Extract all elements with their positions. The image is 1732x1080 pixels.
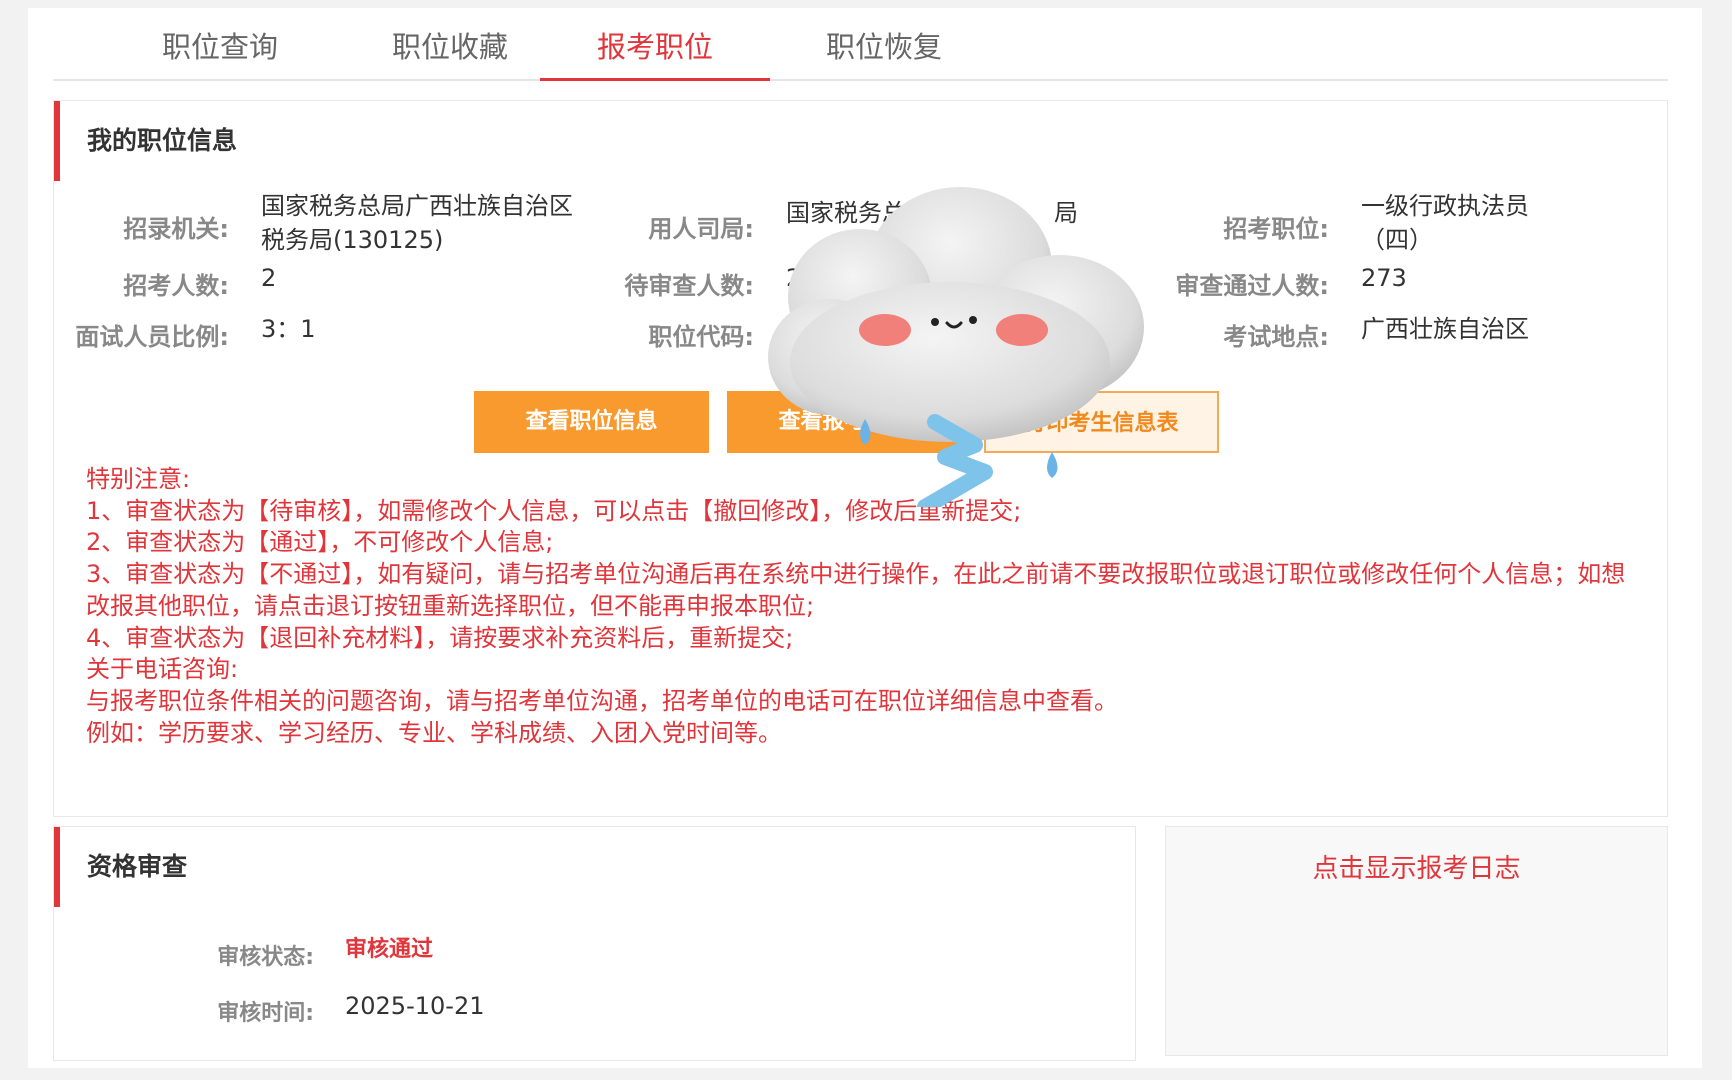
review-status-value: 审核通过 [345,937,434,962]
agency-label: 招录机关: [123,215,229,243]
note-heading: 关于电话咨询: [86,655,239,684]
tab-position-favorites[interactable]: 职位收藏 [335,8,565,79]
cloud-sticker-icon [768,187,1144,507]
view-position-button[interactable]: 查看职位信息 [474,391,709,453]
exam-location-value: 广西壮族自治区 [1361,315,1529,343]
tab-bar: 职位查询 职位收藏 报考职位 职位恢复 [53,8,1668,81]
exam-location-label: 考试地点: [1223,323,1329,351]
tab-position-recovery[interactable]: 职位恢复 [769,8,999,79]
recruit-count-label: 招考人数: [123,272,229,300]
qualification-title: 资格审查 [54,827,354,907]
note-item: 4、审查状态为【退回补充材料】，请按要求补充资料后，重新提交; [86,623,794,652]
note-item: 3、审查状态为【不通过】，如有疑问，请与招考单位沟通后再在系统中进行操作，在此之… [86,560,1626,620]
department-label: 用人司局: [648,215,754,243]
note-item: 例如：学历要求、学习经历、专业、学科成绩、入团入党时间等。 [86,718,782,747]
qualification-card: 资格审查 审核状态: 审核通过 审核时间: 2025-10-21 [53,826,1136,1061]
log-card: 点击显示报考日志 [1165,826,1668,1056]
position-label: 招考职位: [1223,215,1329,243]
position-code-label: 职位代码: [648,323,754,351]
tab-applied-position[interactable]: 报考职位 [540,8,770,81]
pending-count-label: 待审查人数: [624,272,754,300]
review-time-label: 审核时间: [217,1001,314,1026]
page: 职位查询 职位收藏 报考职位 职位恢复 我的职位信息 招录机关: 国家税务总局广… [28,8,1702,1068]
review-status-label: 审核状态: [217,945,314,970]
note-item: 2、审查状态为【通过】，不可修改个人信息; [86,528,554,557]
tab-position-search[interactable]: 职位查询 [105,8,335,79]
show-log-link[interactable]: 点击显示报考日志 [1166,847,1667,891]
position-info-title: 我的职位信息 [54,101,354,181]
interview-ratio-value: 3：1 [261,315,316,343]
position-value: 一级行政执法员（四） [1361,192,1529,254]
recruit-count-value: 2 [261,264,277,292]
passed-count-value: 273 [1361,264,1407,292]
note-item: 与报考职位条件相关的问题咨询，请与招考单位沟通，招考单位的电话可在职位详细信息中… [86,686,1118,715]
review-time-value: 2025-10-21 [345,992,485,1020]
interview-ratio-label: 面试人员比例: [75,323,229,351]
agency-value: 国家税务总局广西壮族自治区税务局(130125) [261,192,573,254]
